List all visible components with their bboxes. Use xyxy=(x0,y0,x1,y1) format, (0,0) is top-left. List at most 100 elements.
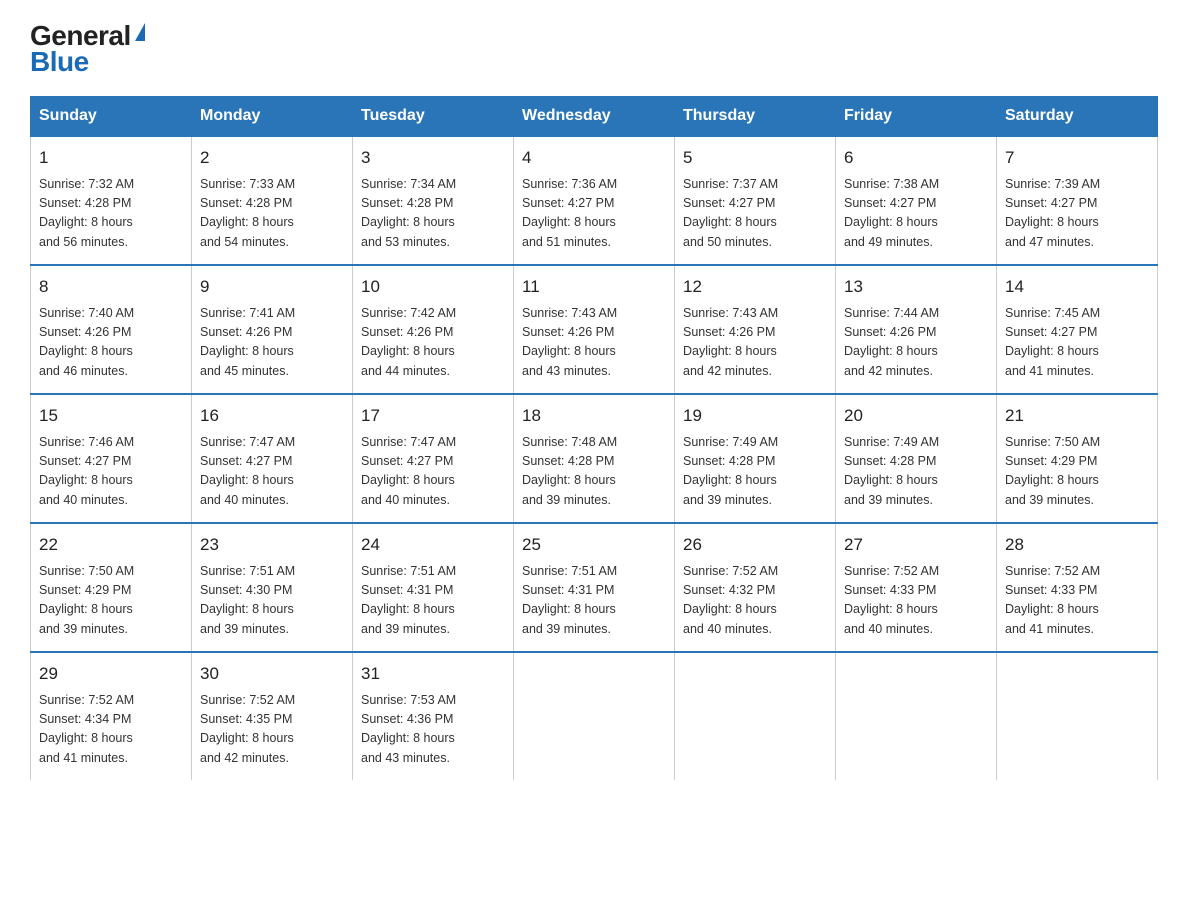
calendar-cell: 10Sunrise: 7:42 AMSunset: 4:26 PMDayligh… xyxy=(353,265,514,394)
day-info: Sunrise: 7:51 AMSunset: 4:30 PMDaylight:… xyxy=(200,562,344,640)
calendar-week-row: 8 Sunrise: 7:40 AMSunset: 4:26 PMDaylight… xyxy=(31,265,1158,394)
day-info: Sunrise: 7:43 AMSunset: 4:26 PMDaylight:… xyxy=(522,304,666,382)
day-info: Sunrise: 7:52 AMSunset: 4:33 PMDaylight:… xyxy=(844,562,988,640)
calendar-cell: 12 Sunrise: 7:43 AMSunset: 4:26 PMDayligh… xyxy=(675,265,836,394)
day-info: Sunrise: 7:52 AMSunset: 4:34 PMDaylight:… xyxy=(39,691,183,769)
calendar-cell: 16 Sunrise: 7:47 AMSunset: 4:27 PMDayligh… xyxy=(192,394,353,523)
calendar-cell: 6Sunrise: 7:38 AMSunset: 4:27 PMDaylight… xyxy=(836,136,997,265)
header-thursday: Thursday xyxy=(675,97,836,137)
calendar-cell: 24 Sunrise: 7:51 AMSunset: 4:31 PMDayligh… xyxy=(353,523,514,652)
day-info: Sunrise: 7:48 AMSunset: 4:28 PMDaylight:… xyxy=(522,433,666,511)
day-number: 18 xyxy=(522,403,666,429)
calendar-cell: 21 Sunrise: 7:50 AMSunset: 4:29 PMDayligh… xyxy=(997,394,1158,523)
day-number: 15 xyxy=(39,403,183,429)
day-info: Sunrise: 7:43 AMSunset: 4:26 PMDaylight:… xyxy=(683,304,827,382)
day-number: 17 xyxy=(361,403,505,429)
day-number: 11 xyxy=(522,274,666,300)
calendar-cell: 22 Sunrise: 7:50 AMSunset: 4:29 PMDayligh… xyxy=(31,523,192,652)
calendar-cell: 4 Sunrise: 7:36 AMSunset: 4:27 PMDaylight… xyxy=(514,136,675,265)
day-info: Sunrise: 7:45 AMSunset: 4:27 PMDaylight:… xyxy=(1005,304,1149,382)
calendar-cell xyxy=(997,652,1158,780)
calendar-week-row: 22 Sunrise: 7:50 AMSunset: 4:29 PMDayligh… xyxy=(31,523,1158,652)
calendar-cell: 17 Sunrise: 7:47 AMSunset: 4:27 PMDayligh… xyxy=(353,394,514,523)
day-info: Sunrise: 7:52 AMSunset: 4:35 PMDaylight:… xyxy=(200,691,344,769)
day-info: Sunrise: 7:40 AMSunset: 4:26 PMDaylight:… xyxy=(39,304,183,382)
calendar-cell: 26 Sunrise: 7:52 AMSunset: 4:32 PMDayligh… xyxy=(675,523,836,652)
calendar-cell: 13 Sunrise: 7:44 AMSunset: 4:26 PMDayligh… xyxy=(836,265,997,394)
day-number: 10 xyxy=(361,274,505,300)
calendar-cell: 3Sunrise: 7:34 AMSunset: 4:28 PMDaylight… xyxy=(353,136,514,265)
day-info: Sunrise: 7:50 AMSunset: 4:29 PMDaylight:… xyxy=(1005,433,1149,511)
calendar-cell: 2Sunrise: 7:33 AMSunset: 4:28 PMDaylight… xyxy=(192,136,353,265)
day-number: 8 xyxy=(39,274,183,300)
day-number: 27 xyxy=(844,532,988,558)
day-number: 13 xyxy=(844,274,988,300)
day-info: Sunrise: 7:44 AMSunset: 4:26 PMDaylight:… xyxy=(844,304,988,382)
day-number: 25 xyxy=(522,532,666,558)
logo: General Blue xyxy=(30,20,145,78)
day-number: 2 xyxy=(200,145,344,171)
day-number: 28 xyxy=(1005,532,1149,558)
header-tuesday: Tuesday xyxy=(353,97,514,137)
calendar-cell: 8 Sunrise: 7:40 AMSunset: 4:26 PMDaylight… xyxy=(31,265,192,394)
day-number: 23 xyxy=(200,532,344,558)
calendar-cell: 31 Sunrise: 7:53 AMSunset: 4:36 PMDayligh… xyxy=(353,652,514,780)
day-info: Sunrise: 7:53 AMSunset: 4:36 PMDaylight:… xyxy=(361,691,505,769)
page-header: General Blue xyxy=(30,20,1158,78)
day-number: 21 xyxy=(1005,403,1149,429)
day-number: 5 xyxy=(683,145,827,171)
calendar-cell: 18 Sunrise: 7:48 AMSunset: 4:28 PMDayligh… xyxy=(514,394,675,523)
calendar-cell: 5Sunrise: 7:37 AMSunset: 4:27 PMDaylight… xyxy=(675,136,836,265)
calendar-cell: 11 Sunrise: 7:43 AMSunset: 4:26 PMDayligh… xyxy=(514,265,675,394)
day-info: Sunrise: 7:47 AMSunset: 4:27 PMDaylight:… xyxy=(361,433,505,511)
calendar-cell: 14 Sunrise: 7:45 AMSunset: 4:27 PMDayligh… xyxy=(997,265,1158,394)
day-info: Sunrise: 7:51 AMSunset: 4:31 PMDaylight:… xyxy=(522,562,666,640)
calendar-cell: 29 Sunrise: 7:52 AMSunset: 4:34 PMDayligh… xyxy=(31,652,192,780)
day-number: 22 xyxy=(39,532,183,558)
day-number: 9 xyxy=(200,274,344,300)
day-info: Sunrise: 7:34 AMSunset: 4:28 PMDaylight:… xyxy=(361,175,505,253)
calendar-cell: 27 Sunrise: 7:52 AMSunset: 4:33 PMDayligh… xyxy=(836,523,997,652)
calendar-cell xyxy=(836,652,997,780)
day-info: Sunrise: 7:52 AMSunset: 4:32 PMDaylight:… xyxy=(683,562,827,640)
day-info: Sunrise: 7:41 AMSunset: 4:26 PMDaylight:… xyxy=(200,304,344,382)
calendar-cell xyxy=(675,652,836,780)
day-number: 12 xyxy=(683,274,827,300)
header-monday: Monday xyxy=(192,97,353,137)
day-number: 16 xyxy=(200,403,344,429)
day-number: 19 xyxy=(683,403,827,429)
calendar-cell: 30Sunrise: 7:52 AMSunset: 4:35 PMDayligh… xyxy=(192,652,353,780)
header-saturday: Saturday xyxy=(997,97,1158,137)
day-info: Sunrise: 7:50 AMSunset: 4:29 PMDaylight:… xyxy=(39,562,183,640)
day-info: Sunrise: 7:36 AMSunset: 4:27 PMDaylight:… xyxy=(522,175,666,253)
calendar-cell: 20Sunrise: 7:49 AMSunset: 4:28 PMDayligh… xyxy=(836,394,997,523)
calendar-cell: 23 Sunrise: 7:51 AMSunset: 4:30 PMDayligh… xyxy=(192,523,353,652)
calendar-cell: 7Sunrise: 7:39 AMSunset: 4:27 PMDaylight… xyxy=(997,136,1158,265)
calendar-header-row: SundayMondayTuesdayWednesdayThursdayFrid… xyxy=(31,97,1158,137)
day-number: 1 xyxy=(39,145,183,171)
calendar-week-row: 1 Sunrise: 7:32 AMSunset: 4:28 PMDaylight… xyxy=(31,136,1158,265)
logo-triangle-icon xyxy=(135,23,145,41)
day-info: Sunrise: 7:46 AMSunset: 4:27 PMDaylight:… xyxy=(39,433,183,511)
day-info: Sunrise: 7:51 AMSunset: 4:31 PMDaylight:… xyxy=(361,562,505,640)
logo-blue-text: Blue xyxy=(30,46,89,78)
day-number: 26 xyxy=(683,532,827,558)
calendar-cell: 28 Sunrise: 7:52 AMSunset: 4:33 PMDayligh… xyxy=(997,523,1158,652)
day-number: 31 xyxy=(361,661,505,687)
calendar-cell: 25 Sunrise: 7:51 AMSunset: 4:31 PMDayligh… xyxy=(514,523,675,652)
day-info: Sunrise: 7:32 AMSunset: 4:28 PMDaylight:… xyxy=(39,175,183,253)
day-number: 14 xyxy=(1005,274,1149,300)
day-info: Sunrise: 7:52 AMSunset: 4:33 PMDaylight:… xyxy=(1005,562,1149,640)
day-info: Sunrise: 7:47 AMSunset: 4:27 PMDaylight:… xyxy=(200,433,344,511)
day-info: Sunrise: 7:49 AMSunset: 4:28 PMDaylight:… xyxy=(844,433,988,511)
day-info: Sunrise: 7:38 AMSunset: 4:27 PMDaylight:… xyxy=(844,175,988,253)
day-number: 29 xyxy=(39,661,183,687)
calendar-week-row: 29 Sunrise: 7:52 AMSunset: 4:34 PMDayligh… xyxy=(31,652,1158,780)
day-number: 24 xyxy=(361,532,505,558)
day-info: Sunrise: 7:49 AMSunset: 4:28 PMDaylight:… xyxy=(683,433,827,511)
calendar-cell: 19 Sunrise: 7:49 AMSunset: 4:28 PMDayligh… xyxy=(675,394,836,523)
calendar-cell: 15 Sunrise: 7:46 AMSunset: 4:27 PMDayligh… xyxy=(31,394,192,523)
day-number: 4 xyxy=(522,145,666,171)
header-sunday: Sunday xyxy=(31,97,192,137)
header-friday: Friday xyxy=(836,97,997,137)
